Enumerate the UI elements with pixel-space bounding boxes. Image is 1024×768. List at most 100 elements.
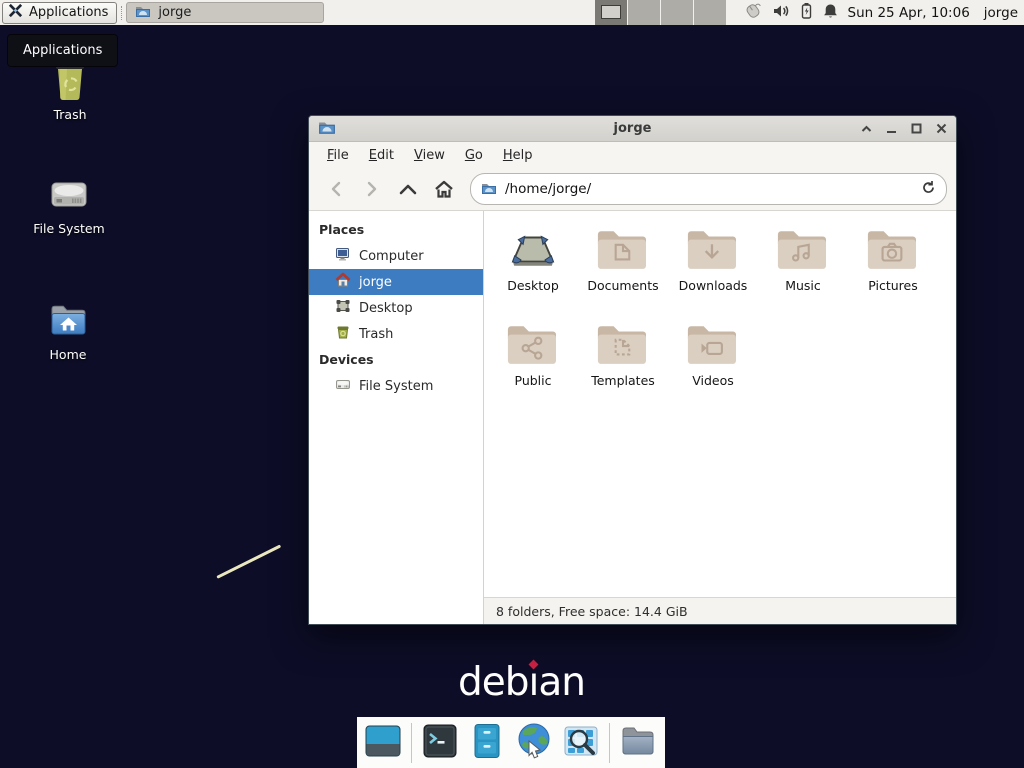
- taskbar-window-label: jorge: [158, 5, 191, 20]
- location-bar[interactable]: /home/jorge/: [470, 173, 947, 205]
- menu-edit[interactable]: Edit: [359, 144, 404, 167]
- sidebar-item-label: Computer: [359, 249, 424, 264]
- panel-username: jorge: [984, 5, 1018, 21]
- file-item-videos[interactable]: Videos: [668, 318, 758, 413]
- computer-icon: [335, 246, 351, 266]
- file-item-label: Downloads: [679, 278, 748, 293]
- close-button[interactable]: [935, 123, 947, 135]
- maximize-button[interactable]: [910, 123, 922, 135]
- file-item-desktop[interactable]: Desktop: [488, 223, 578, 318]
- menu-file[interactable]: File: [317, 144, 359, 167]
- menu-bar: File Edit View Go Help: [309, 142, 956, 168]
- file-item-public[interactable]: Public: [488, 318, 578, 413]
- web-browser-launcher[interactable]: [515, 724, 553, 762]
- sidebar-item-desktop[interactable]: Desktop: [309, 295, 483, 321]
- desktop-icon-file-system[interactable]: File System: [21, 170, 117, 236]
- application-finder-icon: [562, 722, 600, 764]
- file-item-templates[interactable]: Templates: [578, 318, 668, 413]
- panel-handle: [121, 6, 122, 20]
- trash-icon: [335, 324, 351, 344]
- sidebar-item-computer[interactable]: Computer: [309, 243, 483, 269]
- pictures-folder-icon: [865, 226, 921, 276]
- sidebar-item-label: Trash: [359, 327, 393, 342]
- window-title: jorge: [309, 121, 956, 136]
- desktop-icon-label: Home: [20, 347, 116, 362]
- status-text: 8 folders, Free space: 14.4 GiB: [496, 604, 688, 619]
- file-item-music[interactable]: Music: [758, 223, 848, 318]
- directory-menu-launcher[interactable]: [619, 724, 657, 762]
- reload-icon[interactable]: [921, 180, 936, 199]
- panel-clock[interactable]: Sun 25 Apr, 10:06: [848, 5, 970, 21]
- file-item-downloads[interactable]: Downloads: [668, 223, 758, 318]
- sidebar-header-devices: Devices: [309, 347, 483, 373]
- sidebar-item-file-system[interactable]: File System: [309, 373, 483, 399]
- terminal-launcher[interactable]: [421, 724, 459, 762]
- taskbar-window-button[interactable]: jorge: [126, 2, 324, 23]
- back-button[interactable]: [318, 174, 354, 204]
- up-button[interactable]: [390, 174, 426, 204]
- file-item-label: Desktop: [507, 278, 559, 293]
- show-desktop-button[interactable]: [364, 724, 402, 762]
- file-manager-window: jorge File Edit View Go Help: [308, 115, 957, 625]
- file-item-label: Videos: [692, 373, 734, 388]
- top-panel: Applications jorge: [0, 0, 1024, 25]
- workspace-4[interactable]: [694, 0, 726, 25]
- applications-menu-button[interactable]: Applications: [2, 2, 117, 24]
- window-titlebar[interactable]: jorge: [309, 116, 956, 142]
- forward-button[interactable]: [354, 174, 390, 204]
- downloads-folder-icon: [685, 226, 741, 276]
- wordmark-part: ı: [529, 660, 539, 705]
- terminal-icon: [421, 722, 459, 764]
- cursor-line: [216, 544, 281, 578]
- file-item-label: Music: [785, 278, 821, 293]
- application-finder-launcher[interactable]: [562, 724, 600, 762]
- folder-view[interactable]: Desktop Documents: [484, 211, 956, 624]
- toolbar: /home/jorge/: [309, 168, 956, 211]
- menu-go[interactable]: Go: [455, 144, 493, 167]
- desktop-icon-home[interactable]: Home: [20, 296, 116, 362]
- home-button[interactable]: [426, 174, 462, 204]
- applications-menu-label: Applications: [29, 5, 108, 20]
- templates-folder-icon: [595, 321, 651, 371]
- menu-view[interactable]: View: [404, 144, 455, 167]
- battery-icon[interactable]: [800, 2, 813, 23]
- workspace-window-thumb: [601, 5, 621, 19]
- wordmark-part: an: [538, 660, 585, 705]
- volume-icon[interactable]: [773, 3, 790, 23]
- web-browser-icon: [515, 722, 553, 764]
- path-text[interactable]: /home/jorge/: [505, 181, 913, 197]
- bottom-dock: [357, 717, 665, 768]
- file-cabinet-icon: [468, 722, 506, 764]
- input-device-icon[interactable]: [743, 2, 763, 24]
- folder-icon: [481, 180, 497, 199]
- sidebar-item-trash[interactable]: Trash: [309, 321, 483, 347]
- sidebar-item-jorge[interactable]: jorge: [309, 269, 483, 295]
- window-folder-icon: [318, 119, 336, 139]
- notifications-icon[interactable]: [823, 3, 838, 23]
- music-folder-icon: [775, 226, 831, 276]
- workspace-3[interactable]: [661, 0, 693, 25]
- file-item-pictures[interactable]: Pictures: [848, 223, 938, 318]
- videos-folder-icon: [685, 321, 741, 371]
- shade-button[interactable]: [860, 123, 872, 135]
- xfce-applications-icon: [7, 2, 24, 23]
- sidebar-item-label: File System: [359, 379, 433, 394]
- workspace-2[interactable]: [628, 0, 660, 25]
- menu-help[interactable]: Help: [493, 144, 543, 167]
- sidebar: Places Computer: [309, 211, 484, 624]
- file-item-label: Documents: [587, 278, 658, 293]
- file-item-label: Templates: [591, 373, 655, 388]
- system-tray: [743, 2, 838, 24]
- dock-separator: [609, 723, 610, 763]
- file-manager-launcher[interactable]: [468, 724, 506, 762]
- file-item-documents[interactable]: Documents: [578, 223, 668, 318]
- user-home-icon: [335, 272, 351, 292]
- sidebar-header-places: Places: [309, 217, 483, 243]
- workspace-switcher: [595, 0, 727, 25]
- harddrive-icon: [335, 376, 351, 396]
- public-folder-icon: [505, 321, 561, 371]
- minimize-button[interactable]: [885, 123, 897, 135]
- workspace-1[interactable]: [595, 0, 627, 25]
- show-desktop-icon: [364, 722, 402, 764]
- folder-icon: [135, 4, 151, 22]
